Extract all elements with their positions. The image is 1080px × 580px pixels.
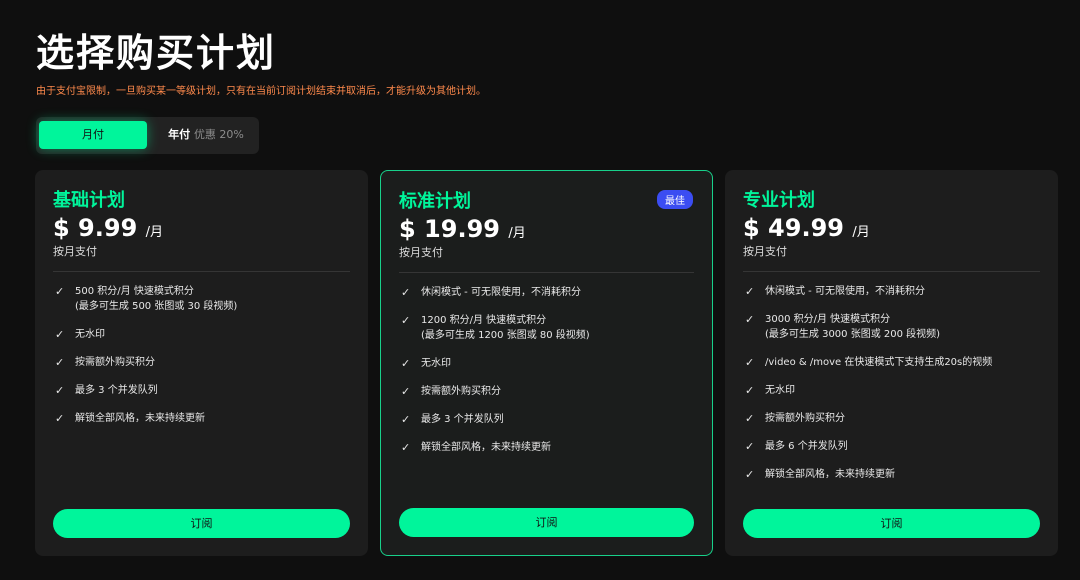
divider — [53, 271, 350, 272]
feature-text: 解锁全部风格，未来持续更新 — [765, 469, 895, 480]
yearly-tab[interactable]: 年付 优惠 20% — [156, 121, 256, 149]
billing-period-toggle: 月付 年付 优惠 20% — [36, 117, 259, 154]
plan-name: 专业计划 — [743, 190, 815, 211]
feature-text: 解锁全部风格，未来持续更新 — [75, 413, 205, 424]
plan-price: $ 49.99 /月 — [743, 214, 870, 242]
plan-card-basic: 基础计划 $ 9.99 /月 按月支付 ✓ 500 积分/月 快速模式积分 (最多可… — [35, 170, 368, 556]
divider — [399, 272, 694, 273]
feature-item: ✓ 最多 3 个并发队列 — [55, 383, 354, 398]
feature-item: ✓ 解锁全部风格，未来持续更新 — [745, 467, 1044, 482]
feature-item: ✓ 最多 3 个并发队列 — [401, 412, 698, 427]
feature-item: ✓ 按需额外购买积分 — [55, 355, 354, 370]
feature-item: ✓ 1200 积分/月 快速模式积分 (最多可生成 1200 张图或 80 段视频) — [401, 313, 698, 343]
check-icon: ✓ — [745, 384, 755, 397]
feature-list: ✓ 休闲模式 - 可无限使用，不消耗积分 ✓ 1200 积分/月 快速模式积分 (最多可… — [401, 285, 698, 468]
feature-text: /video & /move 在快速模式下支持生成20s的视频 — [765, 357, 993, 368]
feature-item: ✓ 500 积分/月 快速模式积分 (最多可生成 500 张图或 30 段视频) — [55, 284, 354, 314]
check-icon: ✓ — [745, 440, 755, 453]
yearly-discount: 优惠 20% — [193, 128, 244, 141]
feature-item: ✓ 无水印 — [55, 327, 354, 342]
feature-text: 按需额外购买积分 — [75, 357, 155, 368]
feature-text: 按需额外购买积分 — [421, 386, 501, 397]
plan-name: 基础计划 — [53, 190, 125, 211]
feature-text: 无水印 — [765, 385, 795, 396]
billing-cycle: 按月支付 — [399, 246, 443, 259]
plan-price: $ 19.99 /月 — [399, 215, 526, 243]
feature-text: 1200 积分/月 快速模式积分 — [421, 315, 547, 326]
feature-item: ✓ 3000 积分/月 快速模式积分 (最多可生成 3000 张图或 200 段视频… — [745, 312, 1044, 342]
billing-cycle: 按月支付 — [743, 245, 787, 258]
feature-item: ✓ 无水印 — [745, 383, 1044, 398]
check-icon: ✓ — [745, 313, 755, 326]
check-icon: ✓ — [401, 314, 411, 327]
feature-text: 500 积分/月 快速模式积分 — [75, 286, 194, 297]
payment-notice: 由于支付宝限制，一旦购买某一等级计划，只有在当前订阅计划结束并取消后，才能升级为… — [36, 86, 486, 97]
feature-item: ✓ 解锁全部风格，未来持续更新 — [55, 411, 354, 426]
feature-text: 无水印 — [75, 329, 105, 340]
feature-text: 休闲模式 - 可无限使用，不消耗积分 — [421, 287, 581, 298]
feature-text: 休闲模式 - 可无限使用，不消耗积分 — [765, 286, 925, 297]
plan-name: 标准计划 — [399, 191, 471, 212]
feature-item: ✓ 按需额外购买积分 — [401, 384, 698, 399]
subscribe-button[interactable]: 订阅 — [399, 508, 694, 537]
check-icon: ✓ — [55, 328, 65, 341]
feature-item: ✓ 无水印 — [401, 356, 698, 371]
billing-cycle: 按月支付 — [53, 245, 97, 258]
subscribe-button[interactable]: 订阅 — [53, 509, 350, 538]
subscribe-button[interactable]: 订阅 — [743, 509, 1040, 538]
feature-item: ✓ 休闲模式 - 可无限使用，不消耗积分 — [745, 284, 1044, 299]
check-icon: ✓ — [401, 413, 411, 426]
check-icon: ✓ — [401, 385, 411, 398]
monthly-tab[interactable]: 月付 — [39, 121, 147, 149]
check-icon: ✓ — [401, 441, 411, 454]
check-icon: ✓ — [55, 384, 65, 397]
feature-item: ✓ /video & /move 在快速模式下支持生成20s的视频 — [745, 355, 1044, 370]
feature-text: 解锁全部风格，未来持续更新 — [421, 442, 551, 453]
yearly-label: 年付 — [168, 128, 191, 141]
feature-subtext: (最多可生成 3000 张图或 200 段视频) — [765, 329, 941, 340]
divider — [743, 271, 1040, 272]
price-unit: /月 — [508, 226, 526, 241]
feature-text: 3000 积分/月 快速模式积分 — [765, 314, 891, 325]
price-amount: $ 49.99 — [743, 214, 844, 242]
check-icon: ✓ — [401, 286, 411, 299]
price-amount: $ 19.99 — [399, 215, 500, 243]
feature-item: ✓ 休闲模式 - 可无限使用，不消耗积分 — [401, 285, 698, 300]
plan-card-standard: 标准计划 最佳 $ 19.99 /月 按月支付 ✓ 休闲模式 - 可无限使用，不消… — [380, 170, 713, 556]
check-icon: ✓ — [55, 412, 65, 425]
page-title: 选择购买计划 — [36, 31, 277, 75]
feature-text: 最多 3 个并发队列 — [75, 385, 158, 396]
check-icon: ✓ — [745, 412, 755, 425]
plan-card-pro: 专业计划 $ 49.99 /月 按月支付 ✓ 休闲模式 - 可无限使用，不消耗积分… — [725, 170, 1058, 556]
feature-list: ✓ 500 积分/月 快速模式积分 (最多可生成 500 张图或 30 段视频) ✓ 无… — [55, 284, 354, 439]
feature-item: ✓ 最多 6 个并发队列 — [745, 439, 1044, 454]
feature-text: 最多 3 个并发队列 — [421, 414, 504, 425]
check-icon: ✓ — [745, 468, 755, 481]
feature-list: ✓ 休闲模式 - 可无限使用，不消耗积分 ✓ 3000 积分/月 快速模式积分 (最多可… — [745, 284, 1044, 495]
feature-text: 无水印 — [421, 358, 451, 369]
feature-subtext: (最多可生成 500 张图或 30 段视频) — [75, 301, 238, 312]
feature-text: 按需额外购买积分 — [765, 413, 845, 424]
best-value-badge: 最佳 — [657, 190, 693, 209]
plan-price: $ 9.99 /月 — [53, 214, 163, 242]
feature-text: 最多 6 个并发队列 — [765, 441, 848, 452]
check-icon: ✓ — [55, 285, 65, 298]
feature-item: ✓ 按需额外购买积分 — [745, 411, 1044, 426]
price-amount: $ 9.99 — [53, 214, 138, 242]
check-icon: ✓ — [745, 285, 755, 298]
check-icon: ✓ — [55, 356, 65, 369]
check-icon: ✓ — [745, 356, 755, 369]
check-icon: ✓ — [401, 357, 411, 370]
price-unit: /月 — [852, 225, 870, 240]
price-unit: /月 — [145, 225, 164, 240]
feature-subtext: (最多可生成 1200 张图或 80 段视频) — [421, 330, 590, 341]
feature-item: ✓ 解锁全部风格，未来持续更新 — [401, 440, 698, 455]
